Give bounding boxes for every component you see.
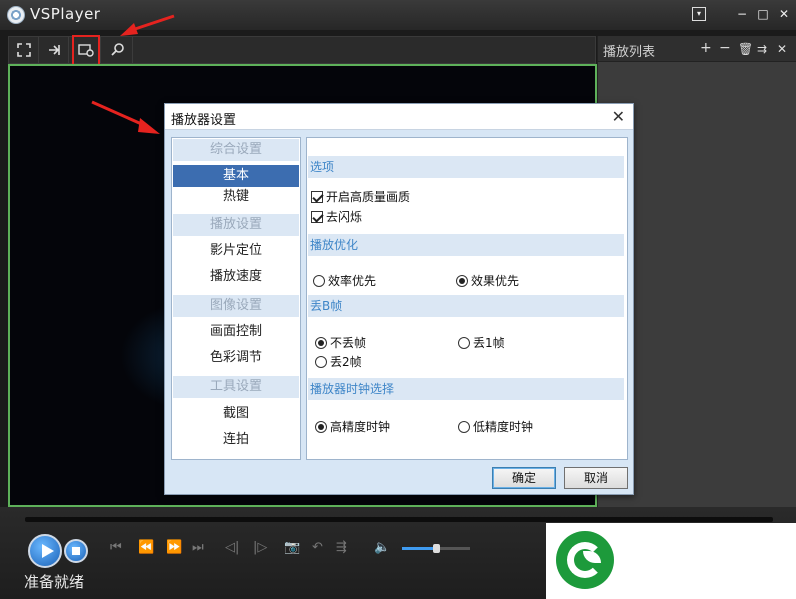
radio-low-precision[interactable]: 低精度时钟 xyxy=(458,418,533,435)
prev-icon[interactable]: ⏮ xyxy=(110,540,122,555)
radio-no-drop[interactable]: 不丢帧 xyxy=(315,334,366,351)
move-icon[interactable]: ⇉ xyxy=(757,42,767,56)
settings-nav: 综合设置 基本 热键 播放设置 影片定位 播放速度 图像设置 画面控制 色彩调节… xyxy=(171,137,301,460)
app-logo-icon xyxy=(7,6,25,24)
option-label: 效率优先 xyxy=(328,274,377,288)
step-forward-icon[interactable]: |▷ xyxy=(253,540,267,555)
search-button[interactable] xyxy=(103,37,133,63)
annotation-arrow-dialog xyxy=(91,100,160,134)
forward-icon[interactable]: ⏩ xyxy=(166,540,182,555)
radio-dot[interactable] xyxy=(313,274,325,287)
checkbox-high-quality[interactable] xyxy=(311,190,323,203)
option-label: 丢2帧 xyxy=(330,355,362,369)
option-label: 开启高质量画质 xyxy=(326,190,411,204)
repeat-icon[interactable]: ↶ xyxy=(312,540,323,555)
radio-high-precision[interactable]: 高精度时钟 xyxy=(315,418,390,435)
dialog-close-button[interactable]: ✕ xyxy=(612,107,625,126)
ok-button[interactable]: 确定 xyxy=(492,467,556,489)
remove-icon[interactable]: − xyxy=(719,40,731,56)
minimize-button[interactable]: − xyxy=(735,7,749,21)
nav-item-burst[interactable]: 连拍 xyxy=(173,429,299,451)
radio-dot[interactable] xyxy=(315,336,327,349)
close-icon[interactable]: ✕ xyxy=(777,42,787,56)
volume-slider[interactable] xyxy=(402,544,470,553)
window-menu-button[interactable]: ▾ xyxy=(692,7,706,21)
option-label: 不丢帧 xyxy=(330,336,367,350)
nav-item-hotkeys[interactable]: 热键 xyxy=(173,186,299,208)
nav-category: 播放设置 xyxy=(173,214,299,236)
radio-quality[interactable]: 效果优先 xyxy=(456,272,519,289)
app-title: VSPlayer xyxy=(30,5,101,23)
volume-icon[interactable]: 🔈 xyxy=(374,540,390,555)
search-icon xyxy=(110,43,124,56)
pin-icon xyxy=(48,45,60,55)
highlight-box xyxy=(72,35,100,66)
radio-efficiency[interactable]: 效率优先 xyxy=(313,272,376,289)
dialog-title: 播放器设置 xyxy=(171,113,237,128)
settings-dialog: 播放器设置 ✕ 综合设置 基本 热键 播放设置 影片定位 播放速度 图像设置 画… xyxy=(164,103,634,495)
trash-icon[interactable]: 🗑 xyxy=(738,42,753,56)
dialog-title-bar: 播放器设置 ✕ xyxy=(165,104,633,130)
play-button[interactable] xyxy=(28,534,62,568)
maximize-button[interactable]: □ xyxy=(756,7,770,21)
playlist-title: 播放列表 xyxy=(603,45,656,60)
nav-item-color[interactable]: 色彩调节 xyxy=(173,347,299,369)
radio-dot[interactable] xyxy=(315,355,327,368)
playlist-header: 播放列表 + − 🗑 ⇉ ✕ xyxy=(598,36,796,62)
radio-drop-1[interactable]: 丢1帧 xyxy=(458,334,505,351)
option-label: 效果优先 xyxy=(471,274,520,288)
option-high-quality[interactable]: 开启高质量画质 xyxy=(311,188,410,205)
option-label: 丢1帧 xyxy=(473,336,505,350)
camera-icon[interactable]: 📷 xyxy=(284,540,300,555)
volume-knob[interactable] xyxy=(433,544,440,553)
next-icon[interactable]: ⏭ xyxy=(192,540,204,555)
nav-item-positioning[interactable]: 影片定位 xyxy=(173,240,299,262)
section-drop-b: 丢B帧 xyxy=(308,295,624,317)
nav-category: 工具设置 xyxy=(173,376,299,398)
seek-bar[interactable] xyxy=(25,517,773,522)
nav-category: 综合设置 xyxy=(173,139,299,161)
nav-item-snapshot[interactable]: 截图 xyxy=(173,403,299,425)
radio-dot[interactable] xyxy=(456,274,468,287)
step-back-icon[interactable]: ◁| xyxy=(225,540,239,555)
watermark-logo xyxy=(556,531,614,589)
option-label: 低精度时钟 xyxy=(473,420,534,434)
close-window-button[interactable]: ✕ xyxy=(777,7,791,21)
stop-button[interactable] xyxy=(64,539,88,563)
section-clock: 播放器时钟选择 xyxy=(308,378,624,400)
radio-dot[interactable] xyxy=(315,420,327,433)
radio-dot[interactable] xyxy=(458,336,470,349)
playlist-mode-icon[interactable]: ⇶ xyxy=(336,540,347,555)
nav-item-picture[interactable]: 画面控制 xyxy=(173,321,299,343)
section-options: 选项 xyxy=(308,156,624,178)
volume-fill xyxy=(402,547,436,550)
fullscreen-icon xyxy=(16,43,31,57)
fullscreen-button[interactable] xyxy=(9,37,39,63)
pin-button[interactable] xyxy=(39,37,69,63)
section-play-opt: 播放优化 xyxy=(308,234,624,256)
nav-item-speed[interactable]: 播放速度 xyxy=(173,266,299,288)
radio-drop-2[interactable]: 丢2帧 xyxy=(315,353,362,370)
status-text: 准备就绪 xyxy=(24,573,85,591)
radio-dot[interactable] xyxy=(458,420,470,433)
nav-item-basic[interactable]: 基本 xyxy=(173,165,299,187)
option-deflicker[interactable]: 去闪烁 xyxy=(311,208,362,225)
option-label: 去闪烁 xyxy=(326,210,363,224)
nav-category: 图像设置 xyxy=(173,295,299,317)
option-label: 高精度时钟 xyxy=(330,420,391,434)
cancel-button[interactable]: 取消 xyxy=(564,467,628,489)
rewind-icon[interactable]: ⏪ xyxy=(138,540,154,555)
settings-content: 选项 开启高质量画质 去闪烁 播放优化 效率优先 效果优先 丢B帧 不丢帧 丢1… xyxy=(306,137,628,460)
checkbox-deflicker[interactable] xyxy=(311,210,323,223)
add-icon[interactable]: + xyxy=(700,40,712,56)
annotation-arrow-top xyxy=(120,14,175,36)
